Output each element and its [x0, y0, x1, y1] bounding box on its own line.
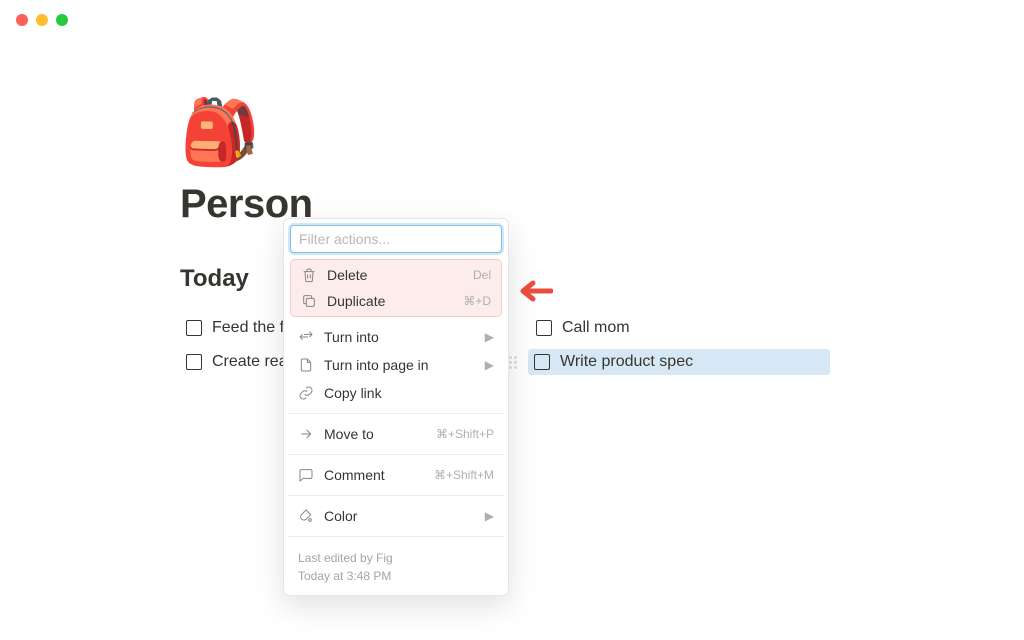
menu-item-shortcut: Del [473, 268, 491, 282]
chevron-right-icon: ▶ [485, 358, 494, 372]
checkbox-icon[interactable] [186, 354, 202, 370]
menu-item-move-to[interactable]: Move to ⌘+Shift+P [290, 420, 502, 448]
menu-item-turn-into-page-in[interactable]: Turn into page in ▶ [290, 351, 502, 379]
menu-meta-editor: Last edited by Fig [298, 549, 494, 567]
todo-label: Write product spec [560, 353, 693, 371]
link-icon [298, 385, 314, 401]
menu-item-label: Move to [324, 426, 426, 442]
checkbox-icon[interactable] [534, 354, 550, 370]
maximize-window-icon[interactable] [56, 14, 68, 26]
menu-divider [288, 495, 504, 496]
menu-item-label: Turn into [324, 329, 475, 345]
menu-divider [288, 413, 504, 414]
menu-item-label: Copy link [324, 385, 494, 401]
menu-item-label: Color [324, 508, 475, 524]
duplicate-icon [301, 293, 317, 309]
color-icon [298, 508, 314, 524]
swap-icon [298, 329, 314, 345]
window-traffic-lights [16, 14, 68, 26]
menu-divider [288, 454, 504, 455]
filter-actions-input[interactable] [290, 225, 502, 253]
checkbox-icon[interactable] [536, 320, 552, 336]
chevron-right-icon: ▶ [485, 330, 494, 344]
menu-item-duplicate[interactable]: Duplicate ⌘+D [293, 288, 499, 314]
checkbox-icon[interactable] [186, 320, 202, 336]
menu-item-shortcut: ⌘+Shift+P [436, 427, 494, 441]
menu-item-label: Turn into page in [324, 357, 475, 373]
menu-item-label: Delete [327, 267, 463, 283]
menu-item-copy-link[interactable]: Copy link [290, 379, 502, 407]
menu-item-turn-into[interactable]: Turn into ▶ [290, 323, 502, 351]
menu-item-shortcut: ⌘+D [463, 294, 491, 308]
comment-icon [298, 467, 314, 483]
todo-label: Call mom [562, 319, 630, 337]
move-icon [298, 426, 314, 442]
menu-item-color[interactable]: Color ▶ [290, 502, 502, 530]
block-context-menu: Delete Del Duplicate ⌘+D Turn into ▶ Tur… [283, 218, 509, 596]
annotation-arrow-icon [513, 276, 553, 306]
close-window-icon[interactable] [16, 14, 28, 26]
menu-item-label: Comment [324, 467, 424, 483]
todo-item-selected[interactable]: Write product spec [528, 349, 830, 375]
chevron-right-icon: ▶ [485, 509, 494, 523]
page-icon [298, 357, 314, 373]
menu-meta: Last edited by Fig Today at 3:48 PM [290, 543, 502, 587]
trash-icon [301, 267, 317, 283]
minimize-window-icon[interactable] [36, 14, 48, 26]
page-icon[interactable]: 🎒 [180, 100, 984, 164]
menu-divider [288, 536, 504, 537]
todo-item[interactable]: Call mom [530, 315, 830, 341]
menu-item-delete[interactable]: Delete Del [293, 262, 499, 288]
menu-item-comment[interactable]: Comment ⌘+Shift+M [290, 461, 502, 489]
menu-highlighted-group: Delete Del Duplicate ⌘+D [290, 259, 502, 317]
menu-item-label: Duplicate [327, 293, 453, 309]
menu-item-shortcut: ⌘+Shift+M [434, 468, 494, 482]
menu-meta-time: Today at 3:48 PM [298, 567, 494, 585]
